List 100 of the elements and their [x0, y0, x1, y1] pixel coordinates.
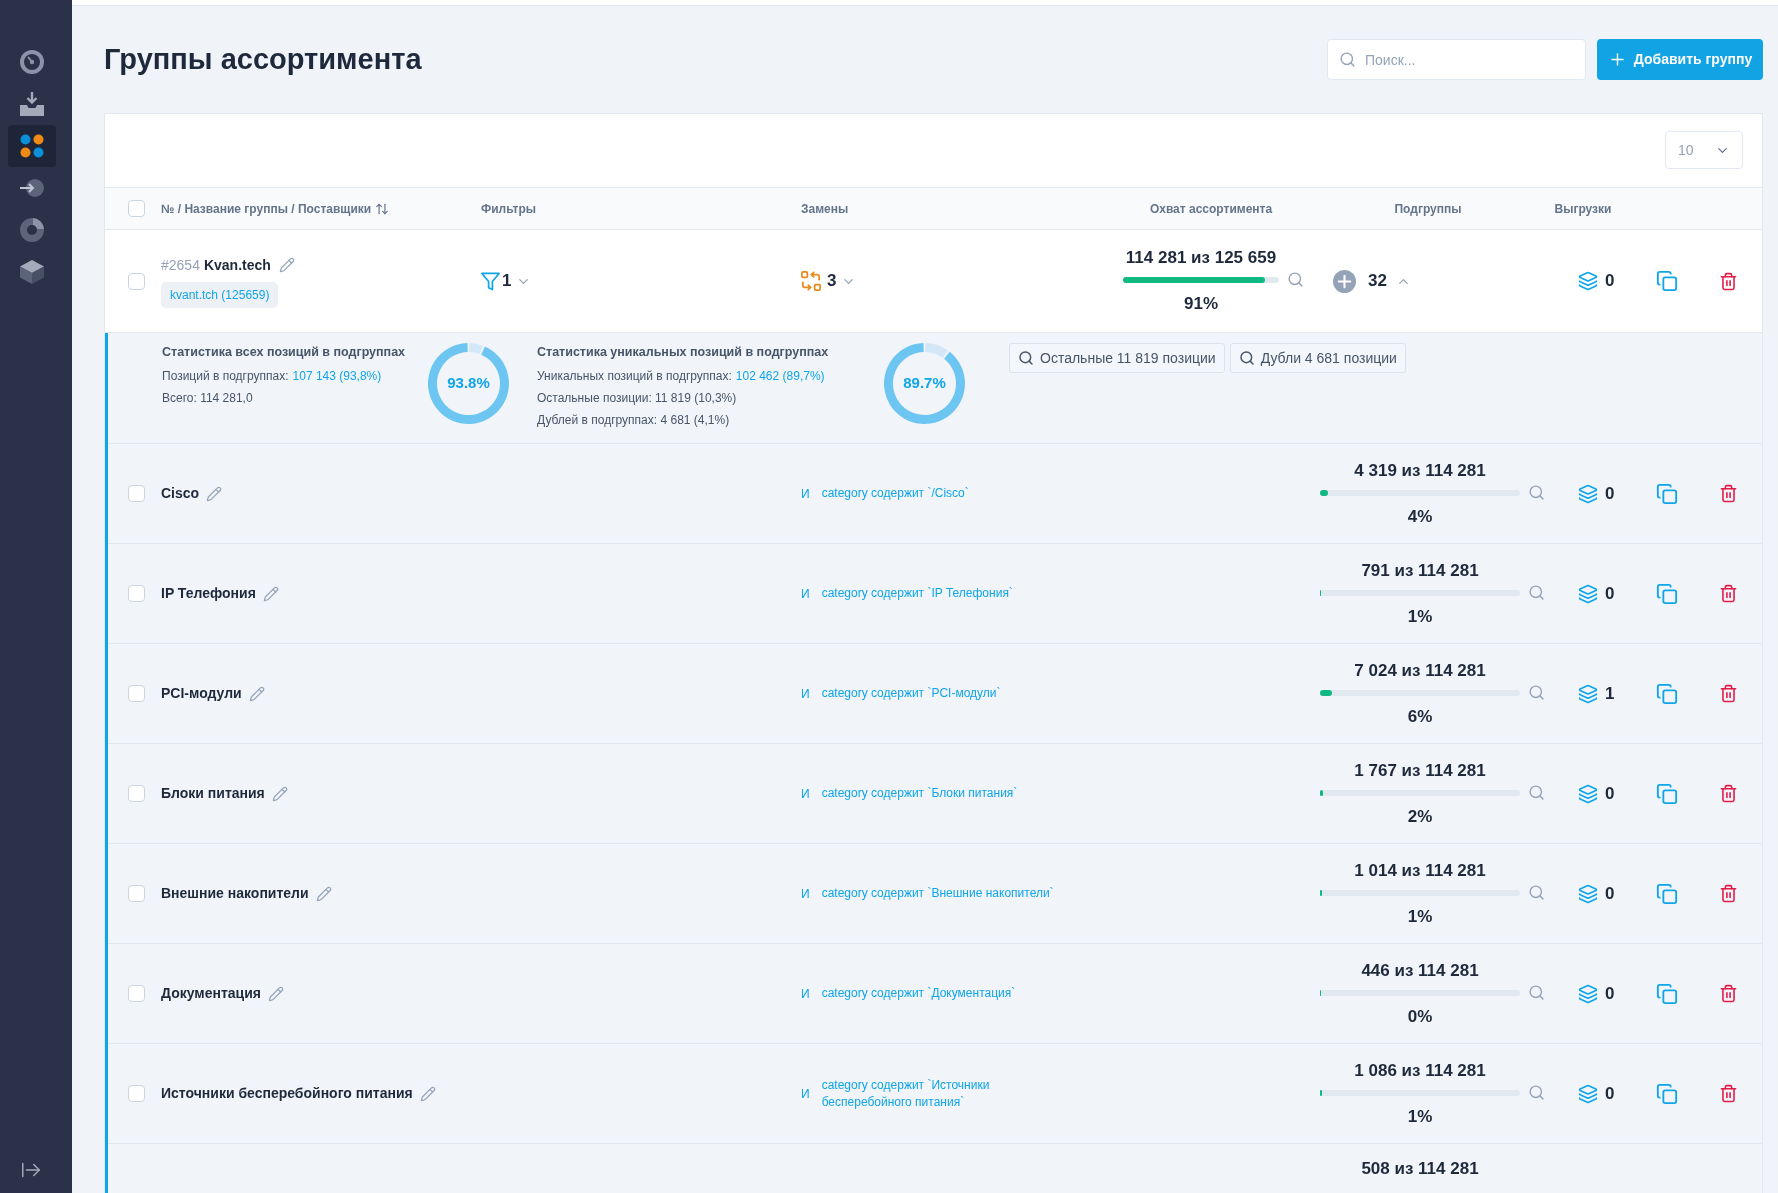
pencil-icon[interactable]: [278, 257, 295, 273]
copy-icon[interactable]: [1656, 1082, 1678, 1105]
search-icon[interactable]: [1528, 683, 1545, 701]
coverage-count: 1 014 из 114 281: [1354, 859, 1486, 882]
copy-icon[interactable]: [1656, 782, 1678, 805]
delete-icon[interactable]: [1719, 784, 1738, 803]
copy-icon[interactable]: [1656, 482, 1678, 505]
page-size-select[interactable]: 10: [1665, 131, 1743, 169]
layers-icon[interactable]: [1578, 883, 1598, 904]
delete-icon[interactable]: [1719, 584, 1738, 603]
filter-condition[interactable]: category содержит `IP Телефония`: [821, 585, 1013, 602]
delete-icon[interactable]: [1719, 684, 1738, 703]
pencil-icon[interactable]: [262, 585, 279, 602]
delete-icon[interactable]: [1719, 1084, 1738, 1103]
search-positions-button[interactable]: Остальные 11 819 позиции: [1009, 343, 1225, 373]
exports-count: 0: [1605, 1082, 1615, 1105]
pencil-icon[interactable]: [267, 985, 284, 1002]
checkbox[interactable]: [128, 785, 145, 802]
exports-count: 0: [1605, 982, 1615, 1005]
coverage-percent: 91%: [1184, 293, 1218, 315]
supplier-tag[interactable]: kvant.tch (125659): [161, 281, 279, 308]
coverage-percent: 1%: [1407, 905, 1433, 928]
checkbox[interactable]: [128, 200, 145, 217]
coverage-percent: 2%: [1407, 805, 1433, 828]
delete-icon[interactable]: [1719, 884, 1738, 903]
plus-circle-icon[interactable]: [1333, 269, 1356, 293]
sidebar-item[interactable]: [8, 125, 56, 167]
add-group-button[interactable]: Добавить группу: [1597, 39, 1763, 80]
copy-icon[interactable]: [1656, 582, 1678, 605]
checkbox[interactable]: [128, 485, 145, 502]
copy-icon[interactable]: [1656, 270, 1678, 292]
donut-percent: 89.7%: [903, 373, 946, 394]
search-icon[interactable]: [1528, 883, 1545, 901]
search-icon[interactable]: [1528, 483, 1545, 501]
checkbox[interactable]: [128, 585, 145, 602]
layers-icon[interactable]: [1578, 683, 1598, 704]
search-icon[interactable]: [1287, 271, 1304, 288]
search-positions-button[interactable]: Дубли 4 681 позиции: [1229, 343, 1406, 373]
layers-icon[interactable]: [1578, 1083, 1598, 1104]
coverage-count: 508 из 114 281: [1361, 1158, 1479, 1180]
group-number: #2654: [161, 255, 200, 275]
layers-icon[interactable]: [1578, 983, 1598, 1004]
copy-icon[interactable]: [1656, 682, 1678, 705]
checkbox[interactable]: [128, 272, 145, 290]
subgroup-name: Блоки питания: [161, 784, 265, 803]
search-icon: [1238, 350, 1255, 366]
layers-icon[interactable]: [1578, 271, 1598, 291]
pencil-icon[interactable]: [419, 1085, 436, 1102]
search-icon[interactable]: [1528, 1083, 1545, 1101]
coverage-count: 7 024 из 114 281: [1354, 659, 1486, 682]
column-header: Выгрузки: [1554, 200, 1612, 218]
search-icon: [1018, 350, 1034, 366]
pencil-icon[interactable]: [206, 485, 223, 502]
checkbox[interactable]: [128, 1085, 145, 1102]
pencil-icon[interactable]: [271, 785, 288, 802]
stats-link[interactable]: 107 143 (93,8%): [292, 365, 382, 387]
column-header: Фильтры: [481, 200, 537, 218]
layers-icon[interactable]: [1578, 583, 1598, 604]
delete-icon[interactable]: [1719, 271, 1738, 291]
stats-title: Статистика всех позиций в подгруппах: [162, 344, 407, 361]
pencil-icon[interactable]: [315, 885, 332, 902]
filter-condition[interactable]: category содержит `Документация`: [821, 985, 1016, 1002]
page-title: Группы ассортимента: [104, 41, 422, 77]
search-field[interactable]: Поиск...: [1327, 39, 1586, 80]
filter-condition[interactable]: category содержит `Внешние накопители`: [821, 885, 1054, 902]
funnel-icon: [481, 271, 500, 291]
filter-condition[interactable]: category содержит `PCI-модули`: [821, 685, 1001, 702]
stats-line: Всего: 114 281,0: [162, 390, 254, 407]
layers-icon[interactable]: [1578, 783, 1598, 804]
filter-connector: И: [801, 985, 810, 1003]
stats-link[interactable]: 102 462 (89,7%): [735, 365, 825, 387]
search-icon[interactable]: [1528, 583, 1545, 601]
checkbox[interactable]: [128, 885, 145, 902]
coverage-percent: 4%: [1407, 505, 1433, 528]
delete-icon[interactable]: [1719, 484, 1738, 503]
stats-title: Статистика уникальных позиций в подгруппах: [537, 344, 830, 361]
coverage-count: 4 319 из 114 281: [1354, 459, 1486, 482]
coverage-percent: 6%: [1407, 705, 1433, 728]
subgroup-name: Внешние накопители: [161, 884, 309, 903]
swap-icon: [801, 271, 821, 291]
donut-percent: 93.8%: [447, 373, 490, 394]
copy-icon[interactable]: [1656, 882, 1678, 905]
pencil-icon[interactable]: [248, 685, 265, 702]
filter-condition[interactable]: category содержит `Блоки питания`: [821, 785, 1018, 802]
stats-line: Дублей в подгруппах: 4 681 (4,1%): [537, 412, 731, 429]
column-header: Подгруппы: [1394, 200, 1462, 218]
copy-icon[interactable]: [1656, 982, 1678, 1005]
coverage-count: 791 из 114 281: [1361, 559, 1479, 582]
filter-condition[interactable]: category содержит `/Cisco`: [821, 485, 969, 502]
checkbox[interactable]: [128, 985, 145, 1002]
column-header[interactable]: № / Название группы / Поставщики: [161, 199, 390, 218]
search-icon[interactable]: [1528, 983, 1545, 1001]
pie-chart-icon: [20, 218, 44, 242]
layers-icon[interactable]: [1578, 483, 1598, 504]
search-icon[interactable]: [1528, 783, 1545, 801]
stats-line: Остальные позиции: 11 819 (10,3%): [537, 390, 738, 407]
delete-icon[interactable]: [1719, 984, 1738, 1003]
checkbox[interactable]: [128, 685, 145, 702]
filter-condition[interactable]: category содержит `Источники бесперебойного питания`: [821, 1076, 1077, 1111]
exports-count: 0: [1605, 782, 1615, 805]
